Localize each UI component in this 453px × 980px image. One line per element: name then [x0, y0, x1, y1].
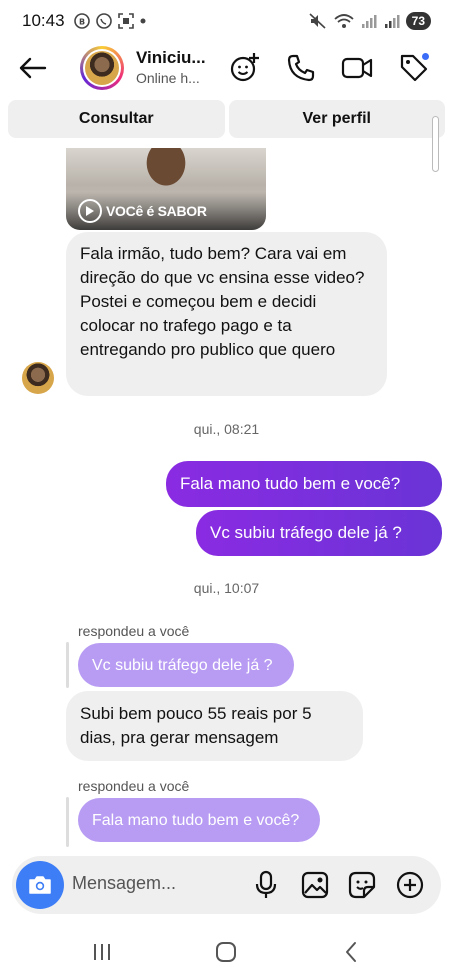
video-camera-icon [341, 57, 373, 79]
message-text: Fala mano tudo bem e você? [180, 474, 401, 493]
notification-icons: B [73, 12, 147, 30]
timestamp: qui., 08:21 [193, 421, 260, 437]
view-profile-button[interactable]: Ver perfil [228, 100, 445, 138]
chevron-left-icon [345, 942, 356, 962]
svg-text:B: B [78, 18, 84, 27]
gallery-button[interactable] [299, 869, 331, 901]
status-bar: 10:43 B 73 [0, 0, 453, 42]
reply-label: respondeu a você [78, 623, 190, 639]
more-options-button[interactable] [394, 869, 426, 901]
avatar-image [85, 51, 119, 85]
system-navigation-bar [0, 924, 453, 980]
whatsapp-icon [95, 13, 112, 29]
video-caption: VOCê é SABOR [106, 203, 207, 219]
reply-indicator [66, 642, 69, 688]
video-thumbnail [136, 148, 196, 198]
message-text: Fala irmão, tudo bem? Cara vai em direçã… [80, 244, 365, 359]
outgoing-message[interactable]: Vc subiu tráfego dele já ? [196, 510, 442, 556]
status-time: 10:43 [22, 11, 65, 30]
message-text: Subi bem pouco 55 reais por 5 dias, pra … [80, 704, 312, 747]
labels-button[interactable] [398, 52, 430, 84]
outgoing-message[interactable]: Fala mano tudo bem e você? [166, 461, 442, 507]
chat-header: Viniciu... Online h... [0, 42, 453, 94]
reply-indicator [66, 797, 69, 847]
back-nav-button[interactable] [331, 932, 371, 972]
contact-avatar[interactable] [80, 46, 124, 90]
message-composer: Mensagem... [12, 856, 441, 914]
quoted-message[interactable]: Vc subiu tráfego dele já ? [78, 643, 294, 687]
plus-circle-icon [396, 871, 424, 899]
message-text: Vc subiu tráfego dele já ? [210, 523, 402, 542]
consult-button[interactable]: Consultar [8, 100, 225, 138]
shared-video-card[interactable]: VOCê é SABOR [66, 148, 266, 230]
camera-button[interactable] [16, 861, 64, 909]
system-status-icons: 73 [308, 12, 431, 30]
message-input[interactable]: Mensagem... [72, 873, 176, 894]
timestamp: qui., 10:07 [193, 580, 260, 596]
face-plus-icon [230, 53, 259, 82]
sticker-icon [348, 871, 376, 899]
signal-icon [361, 15, 377, 28]
microphone-icon [255, 870, 277, 898]
wifi-icon [334, 14, 354, 28]
contact-status: Online h... [136, 70, 200, 86]
scrollbar[interactable] [432, 116, 439, 172]
screenshot-icon [117, 13, 134, 29]
image-icon [301, 871, 329, 899]
incoming-message[interactable]: Fala irmão, tudo bem? Cara vai em direçã… [66, 232, 387, 396]
recent-apps-icon [94, 944, 111, 960]
voice-message-button[interactable] [250, 869, 282, 901]
whatsapp-business-icon: B [73, 13, 90, 29]
quoted-text: Fala mano tudo bem e você? [92, 812, 300, 829]
home-icon [216, 942, 237, 962]
camera-icon [29, 876, 51, 894]
incoming-message[interactable]: Subi bem pouco 55 reais por 5 dias, pra … [66, 691, 363, 761]
reply-label: respondeu a você [78, 778, 190, 794]
contact-name[interactable]: Viniciu... [136, 48, 206, 68]
sticker-button[interactable] [346, 869, 378, 901]
quoted-text: Vc subiu tráfego dele já ? [92, 657, 273, 674]
quoted-message[interactable]: Fala mano tudo bem e você? [78, 798, 320, 842]
back-button[interactable] [16, 52, 48, 84]
recent-apps-button[interactable] [82, 932, 122, 972]
add-people-button[interactable] [229, 52, 261, 84]
video-banner: VOCê é SABOR [66, 192, 266, 230]
sender-avatar[interactable] [22, 362, 54, 394]
profile-action-bar: Consultar Ver perfil [0, 100, 453, 138]
call-button[interactable] [285, 52, 317, 84]
play-icon [78, 199, 102, 223]
mute-icon [309, 13, 326, 29]
home-button[interactable] [206, 932, 246, 972]
signal-2-icon [384, 15, 400, 28]
battery-level: 73 [405, 12, 431, 30]
phone-icon [287, 54, 315, 82]
more-notifications-icon [140, 18, 146, 24]
arrow-left-icon [19, 57, 47, 79]
notification-dot [421, 52, 430, 61]
video-call-button[interactable] [341, 52, 373, 84]
